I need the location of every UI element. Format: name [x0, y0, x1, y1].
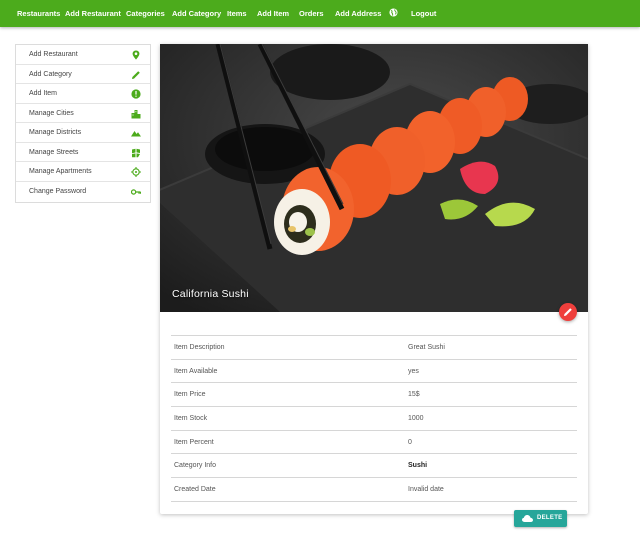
detail-label: Item Percent — [174, 438, 214, 446]
top-navbar: Restaurants Add Restaurant Categories Ad… — [0, 0, 640, 27]
table-row: Item Price 15$ — [171, 383, 577, 408]
detail-value: Great Sushi — [408, 344, 445, 351]
table-row: Item Description Great Sushi — [171, 336, 577, 360]
sidebar-item-label: Manage Districts — [29, 129, 82, 136]
sidebar-item-label: Add Restaurant — [29, 51, 78, 58]
pencil-icon — [564, 308, 572, 316]
table-row: Category Info Sushi — [171, 454, 577, 479]
table-row: Item Stock 1000 — [171, 407, 577, 431]
delete-button-label: DELETE — [537, 515, 563, 521]
item-title: California Sushi — [172, 288, 249, 300]
sidebar-item-add-item[interactable]: Add Item — [16, 84, 150, 104]
sidebar-item-label: Add Item — [29, 90, 58, 97]
nav-categories[interactable]: Categories — [126, 0, 165, 27]
detail-value: 15$ — [408, 391, 420, 399]
pencil-icon — [132, 70, 140, 79]
detail-label: Created Date — [174, 486, 216, 494]
detail-value: 1000 — [408, 415, 424, 423]
sidebar-item-label: Change Password — [29, 187, 87, 195]
sidebar-item-manage-cities[interactable]: Manage Cities — [16, 104, 150, 123]
detail-label: Item Available — [174, 367, 218, 375]
table-row: Created Date Invalid date — [171, 478, 577, 502]
nav-restaurants[interactable]: Restaurants — [17, 0, 60, 27]
detail-label: Item Description — [174, 344, 225, 351]
table-row: Item Available yes — [171, 360, 577, 384]
item-photo: California Sushi — [160, 44, 588, 312]
map-pin-icon — [132, 50, 140, 60]
sidebar-item-add-restaurant[interactable]: Add Restaurant — [16, 45, 150, 65]
nav-items[interactable]: Items — [227, 0, 247, 27]
edit-item-button[interactable] — [559, 303, 577, 321]
detail-label: Category Info — [174, 462, 217, 470]
sidebar-item-label: Manage Streets — [29, 148, 79, 156]
nav-add-address[interactable]: Add Address — [335, 0, 381, 27]
detail-value: 0 — [408, 438, 412, 446]
detail-label: Item Price — [174, 391, 206, 399]
item-card: California Sushi Item Description Great … — [160, 44, 588, 514]
map-icon — [132, 148, 140, 157]
key-icon — [131, 188, 141, 195]
crosshair-icon — [131, 167, 141, 177]
sushi-photo-image — [160, 44, 588, 312]
detail-value: yes — [408, 367, 419, 375]
sidebar-item-label: Add Category — [29, 70, 72, 78]
detail-value: Invalid date — [408, 486, 444, 494]
info-icon — [131, 89, 141, 99]
nav-orders[interactable]: Orders — [299, 0, 324, 27]
sidebar-menu: Add Restaurant Add Category Add Item Man… — [15, 44, 151, 203]
sidebar-item-manage-apartments[interactable]: Manage Apartments — [16, 162, 150, 182]
category-link[interactable]: Sushi — [408, 454, 427, 477]
globe-icon[interactable] — [389, 8, 398, 17]
sidebar-item-manage-streets[interactable]: Manage Streets — [16, 143, 150, 162]
cloud-icon — [522, 515, 533, 522]
sidebar-item-add-category[interactable]: Add Category — [16, 65, 150, 84]
table-row: Item Percent 0 — [171, 431, 577, 455]
nav-add-item[interactable]: Add Item — [257, 0, 289, 27]
sidebar-item-label: Manage Cities — [29, 109, 74, 117]
nav-add-category[interactable]: Add Category — [172, 0, 221, 27]
delete-button[interactable]: DELETE — [514, 510, 567, 527]
sidebar-item-manage-districts[interactable]: Manage Districts — [16, 123, 150, 143]
city-icon — [131, 109, 141, 118]
item-details-table: Item Description Great Sushi Item Availa… — [171, 335, 577, 502]
detail-label: Item Stock — [174, 415, 208, 423]
nav-logout[interactable]: Logout — [411, 0, 436, 27]
terrain-icon — [131, 131, 141, 137]
sidebar-item-label: Manage Apartments — [29, 168, 92, 175]
sidebar-item-change-password[interactable]: Change Password — [16, 182, 150, 202]
nav-add-restaurant[interactable]: Add Restaurant — [65, 0, 121, 27]
